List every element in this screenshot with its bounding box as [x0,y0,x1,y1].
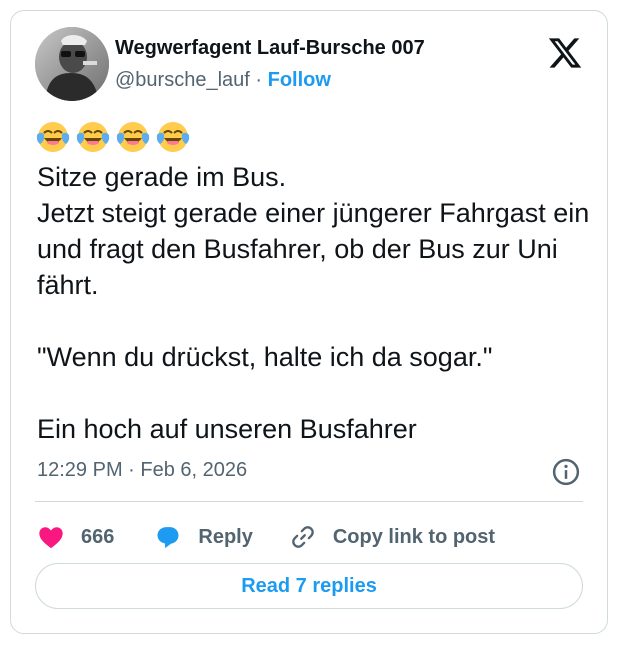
reply-bubble-icon [157,527,179,549]
reply-label: Reply [198,525,253,548]
post-date[interactable]: Feb 6, 2026 [140,459,247,481]
link-icon [292,526,314,548]
author-name[interactable]: Wegwerfagent Lauf-Bursche 007 [115,37,425,60]
author-handle[interactable]: @bursche_lauf [115,69,250,91]
copy-link-button[interactable]: Copy link to post [289,523,495,551]
face-with-tears-of-joy-icon [36,122,70,152]
post-timestamp[interactable]: 12:29 PM · Feb 6, 2026 [37,459,247,482]
emoji-row [35,119,191,159]
author-handle-row: @bursche_lauf · Follow [115,69,331,92]
like-button[interactable]: 666 [37,523,114,551]
follow-button[interactable]: Follow [268,69,331,91]
divider [35,501,583,502]
info-icon[interactable] [551,457,581,487]
face-with-tears-of-joy-icon [156,122,190,152]
like-count: 666 [81,525,115,548]
post-text: Sitze gerade im Bus. Jetzt steigt gerade… [37,162,590,444]
avatar[interactable] [35,27,109,101]
heart-icon [39,527,63,549]
face-with-tears-of-joy-icon [76,122,110,152]
separator: · [255,69,263,91]
post-time[interactable]: 12:29 PM [37,459,123,481]
post-actions: 666 Reply Copy link to post [37,517,495,557]
reply-button[interactable]: Reply [154,523,253,551]
copy-link-label: Copy link to post [332,525,496,548]
embedded-post-card: Wegwerfagent Lauf-Bursche 007 @bursche_l… [10,10,608,634]
read-replies-button[interactable]: Read 7 replies [35,563,583,609]
avatar-photo-icon [35,27,109,101]
face-with-tears-of-joy-icon [116,122,150,152]
separator: · [128,459,135,481]
x-logo-icon[interactable] [547,35,583,71]
